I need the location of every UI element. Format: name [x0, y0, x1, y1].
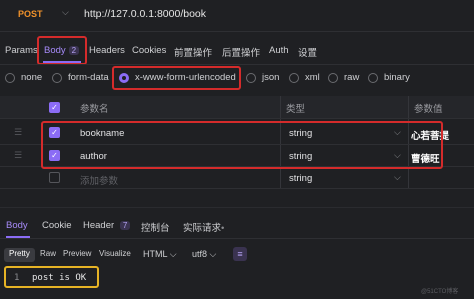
radio-none[interactable]: none	[5, 72, 42, 83]
response-tab-console[interactable]: 控制台	[141, 220, 170, 234]
tab-params[interactable]: Params	[5, 45, 38, 56]
wrap-lines-icon[interactable]: ≡	[233, 247, 247, 261]
radio-icon	[52, 72, 62, 83]
status-dot-icon: •	[221, 223, 225, 234]
column-header-value: 参数值	[414, 104, 443, 115]
radio-label: raw	[344, 72, 360, 83]
select-all-checkbox[interactable]: ✓	[49, 102, 60, 113]
url-input[interactable]: http://127.0.0.1:8000/book	[84, 8, 206, 20]
divider	[0, 64, 474, 65]
tab-post-request[interactable]: 后置操作	[222, 45, 260, 59]
encoding-select[interactable]: utf8 ⌵	[192, 249, 216, 260]
highlight-params-rows	[41, 121, 443, 169]
param-type[interactable]: string	[289, 173, 312, 184]
tab-auth[interactable]: Auth	[269, 45, 289, 56]
response-tab-cookie[interactable]: Cookie	[42, 220, 72, 231]
method-select[interactable]: POST	[18, 9, 43, 19]
tab-settings[interactable]: 设置	[298, 45, 317, 59]
drag-handle-icon[interactable]: ☰	[14, 150, 22, 161]
radio-icon	[5, 72, 15, 83]
tab-cookies[interactable]: Cookies	[132, 45, 166, 56]
divider	[0, 188, 474, 189]
radio-label: json	[262, 72, 280, 83]
radio-label: form-data	[68, 72, 109, 83]
radio-icon	[289, 72, 299, 83]
radio-label: binary	[384, 72, 410, 83]
language-select[interactable]: HTML ⌵	[143, 249, 177, 260]
highlight-body-type	[112, 66, 241, 90]
format-pretty-button[interactable]: Pretty	[4, 248, 35, 262]
chevron-down-icon: ⌵	[209, 249, 217, 259]
add-param-input[interactable]: 添加参数	[80, 173, 118, 187]
panel-divider[interactable]	[0, 207, 474, 208]
format-preview-button[interactable]: Preview	[58, 248, 96, 262]
radio-label: none	[21, 72, 43, 83]
response-tab-header-badge: 7	[119, 221, 131, 230]
encoding-select-value: utf8	[192, 249, 208, 259]
tab-headers[interactable]: Headers	[89, 45, 125, 56]
language-select-value: HTML	[143, 249, 168, 259]
row-checkbox[interactable]	[49, 172, 60, 183]
radio-icon	[368, 72, 378, 83]
radio-raw[interactable]: raw	[328, 72, 359, 83]
table-header	[0, 96, 474, 118]
divider	[0, 238, 474, 239]
chevron-down-icon[interactable]: ⌵	[62, 7, 69, 18]
response-tab-header-label: Header	[83, 220, 115, 231]
chevron-down-icon[interactable]: ⌵	[394, 172, 401, 183]
response-tab-actual-request-label: 实际请求	[183, 223, 222, 234]
radio-icon	[246, 72, 256, 83]
response-tab-body[interactable]: Body	[6, 220, 28, 231]
response-tab-header[interactable]: Header 7	[83, 220, 131, 231]
column-header-type: 类型	[286, 104, 306, 115]
url-bar	[0, 0, 474, 30]
highlight-response	[4, 266, 99, 288]
radio-xml[interactable]: xml	[289, 72, 320, 83]
format-visualize-button[interactable]: Visualize	[94, 248, 136, 262]
tab-pre-request[interactable]: 前置操作	[174, 45, 212, 59]
watermark: @51CTO博客	[421, 289, 459, 295]
divider	[0, 118, 474, 119]
column-header-name: 参数名	[80, 104, 109, 115]
radio-json[interactable]: json	[246, 72, 279, 83]
radio-label: xml	[305, 72, 320, 83]
divider	[0, 31, 474, 32]
radio-icon	[328, 72, 338, 83]
radio-binary[interactable]: binary	[368, 72, 410, 83]
drag-handle-icon[interactable]: ☰	[14, 127, 22, 138]
chevron-down-icon: ⌵	[169, 249, 177, 259]
highlight-body-tab	[37, 36, 87, 65]
response-tab-actual-request[interactable]: 实际请求•	[183, 220, 224, 234]
radio-form-data[interactable]: form-data	[52, 72, 109, 83]
